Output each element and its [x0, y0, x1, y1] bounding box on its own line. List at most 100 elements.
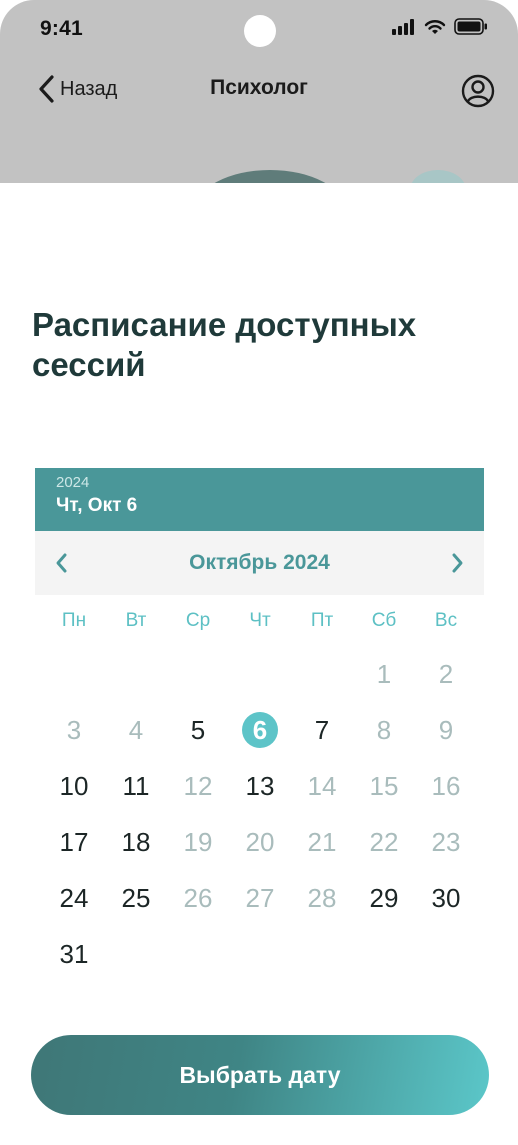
status-icons — [392, 18, 488, 35]
day-cell: 3 — [43, 702, 105, 758]
day-cell[interactable]: 30 — [415, 870, 477, 926]
day-number: 7 — [314, 714, 330, 745]
weekday-label: Пн — [61, 610, 87, 631]
day-cell: 8 — [353, 702, 415, 758]
day-cell: 12 — [167, 758, 229, 814]
day-cell[interactable]: 17 — [43, 814, 105, 870]
status-bar: 9:41 — [0, 0, 518, 58]
empty-day-cell — [105, 646, 167, 702]
day-number: 10 — [59, 770, 89, 801]
prev-month-button[interactable] — [47, 549, 75, 577]
day-cell: 28 — [291, 870, 353, 926]
day-number: 3 — [66, 714, 82, 745]
day-cell[interactable]: 25 — [105, 870, 167, 926]
chevron-right-icon — [452, 553, 463, 573]
day-cell-selected[interactable]: 6 — [229, 702, 291, 758]
month-label: Октябрь 2024 — [189, 551, 330, 574]
empty-day-cell — [229, 646, 291, 702]
day-number: 26 — [183, 882, 213, 913]
day-cell[interactable]: 7 — [291, 702, 353, 758]
day-number: 27 — [245, 882, 275, 913]
day-number: 29 — [369, 882, 399, 913]
day-cell[interactable]: 11 — [105, 758, 167, 814]
day-number: 13 — [245, 770, 275, 801]
day-number: 16 — [431, 770, 461, 801]
weekday-label: Пт — [310, 610, 334, 631]
weekday-label: Чт — [249, 610, 271, 631]
empty-day-cell — [43, 646, 105, 702]
camera-notch — [244, 15, 276, 47]
weekday-label: Сб — [371, 610, 397, 631]
day-cell[interactable]: 10 — [43, 758, 105, 814]
day-number: 4 — [128, 714, 144, 745]
calendar-header: 2024 Чт, Окт 6 — [35, 468, 484, 531]
empty-day-cell — [291, 646, 353, 702]
phone-screen: 9:41 Назад Психолог Расписание доступных… — [0, 0, 518, 1145]
schedule-heading: Расписание доступных сессий — [32, 306, 417, 383]
day-number: 15 — [369, 770, 399, 801]
day-number: 24 — [59, 882, 89, 913]
day-cell: 20 — [229, 814, 291, 870]
decorative-shape — [410, 170, 466, 183]
chevron-left-icon — [39, 75, 54, 103]
profile-button[interactable] — [461, 74, 495, 108]
empty-day-cell — [167, 646, 229, 702]
weekday-label: Ср — [185, 610, 211, 631]
day-number: 25 — [121, 882, 151, 913]
day-number: 12 — [183, 770, 213, 801]
back-label: Назад — [60, 77, 118, 100]
day-cell[interactable]: 24 — [43, 870, 105, 926]
day-cell: 9 — [415, 702, 477, 758]
day-cell[interactable]: 13 — [229, 758, 291, 814]
signal-icon — [392, 18, 414, 35]
day-number: 31 — [59, 938, 89, 969]
day-number: 19 — [183, 826, 213, 857]
day-cell: 23 — [415, 814, 477, 870]
day-number: 18 — [121, 826, 151, 857]
day-number: 22 — [369, 826, 399, 857]
day-cell: 2 — [415, 646, 477, 702]
status-time: 9:41 — [40, 17, 83, 40]
day-number: 14 — [307, 770, 337, 801]
day-number: 11 — [122, 770, 150, 801]
calendar-selected-date: Чт, Окт 6 — [56, 495, 138, 516]
back-button[interactable]: Назад — [36, 74, 117, 104]
day-cell[interactable]: 29 — [353, 870, 415, 926]
choose-date-button[interactable]: Выбрать дату — [31, 1035, 489, 1115]
day-number: 17 — [59, 826, 89, 857]
day-cell: 26 — [167, 870, 229, 926]
month-navigation: Октябрь 2024 — [35, 531, 484, 595]
decorative-shape — [195, 170, 345, 183]
day-cell: 16 — [415, 758, 477, 814]
day-cell: 21 — [291, 814, 353, 870]
day-number: 1 — [376, 658, 392, 689]
day-number: 2 — [438, 658, 454, 689]
day-cell: 27 — [229, 870, 291, 926]
weekday-label: Вт — [125, 610, 147, 631]
battery-icon — [454, 18, 487, 35]
chevron-left-icon — [56, 553, 67, 573]
next-month-button[interactable] — [444, 549, 472, 577]
calendar-days-grid: 1 2 3 4 5 6 7 8 9 10 11 12 13 14 15 16 17 18 19 20 21 22 23 24 2… — [43, 646, 477, 982]
day-number: 20 — [245, 826, 275, 857]
day-number: 30 — [431, 882, 461, 913]
calendar-year: 2024 — [56, 474, 90, 491]
weekday-row: Пн Вт Ср Чт Пт Сб Вс — [43, 610, 477, 632]
day-cell: 1 — [353, 646, 415, 702]
day-cell: 15 — [353, 758, 415, 814]
day-cell: 4 — [105, 702, 167, 758]
day-cell: 22 — [353, 814, 415, 870]
day-number: 9 — [438, 714, 454, 745]
wifi-icon — [424, 19, 446, 34]
user-circle-icon — [461, 74, 495, 108]
day-cell[interactable]: 18 — [105, 814, 167, 870]
day-number: 5 — [190, 714, 206, 745]
day-cell[interactable]: 5 — [167, 702, 229, 758]
day-number: 28 — [307, 882, 337, 913]
day-number: 8 — [376, 714, 392, 745]
day-cell[interactable]: 31 — [43, 926, 105, 982]
day-number: 21 — [307, 826, 337, 857]
day-number: 23 — [431, 826, 461, 857]
day-cell: 14 — [291, 758, 353, 814]
day-cell: 19 — [167, 814, 229, 870]
